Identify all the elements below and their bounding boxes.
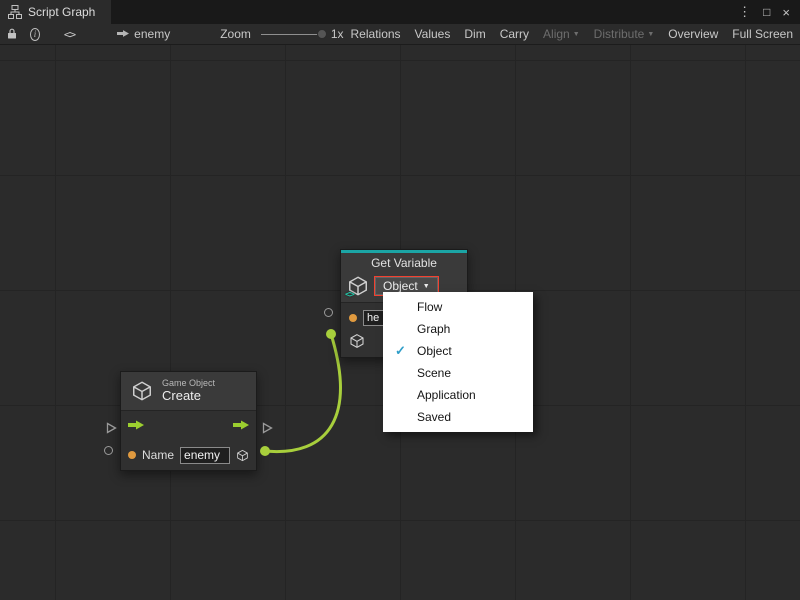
window-menu-icon[interactable]: ⋮ [738, 4, 751, 20]
node-title: Create [162, 389, 215, 404]
code-icon[interactable]: <> [64, 28, 75, 41]
variable-cube-icon: <> [347, 275, 369, 297]
code-badge-icon: <> [345, 290, 354, 300]
graph-arrow-icon [117, 27, 129, 41]
title-bar: Script Graph ⋮ □ × [0, 0, 800, 24]
node-title: Get Variable [341, 253, 467, 273]
flow-row [121, 410, 256, 440]
toolbar-button-dim[interactable]: Dim [457, 24, 492, 45]
flow-input-port[interactable] [105, 421, 117, 439]
toolbar-button-label: Distribute [594, 24, 645, 45]
close-icon[interactable]: × [782, 5, 790, 20]
zoom-slider-track[interactable] [261, 34, 323, 35]
menu-item-graph[interactable]: Graph [383, 318, 533, 340]
graph-toolbar: i <> enemy Zoom 1x Relations Values Dim … [0, 24, 800, 45]
toolbar-button-carry[interactable]: Carry [493, 24, 536, 45]
value-input-port[interactable] [104, 446, 113, 455]
variable-kind-menu: Flow Graph ✓ Object Scene Application Sa… [383, 292, 533, 432]
menu-item-label: Graph [417, 322, 450, 336]
zoom-slider[interactable] [261, 24, 323, 45]
lock-icon[interactable] [6, 24, 18, 45]
toolbar-button-label: Align [543, 24, 570, 45]
output-cube-icon [236, 448, 249, 463]
connection-wire[interactable] [265, 334, 340, 452]
menu-item-scene[interactable]: Scene [383, 362, 533, 384]
flow-in-arrow-icon [128, 419, 144, 433]
tab-title: Script Graph [28, 5, 95, 19]
info-icon[interactable]: i [30, 28, 40, 41]
check-icon: ✓ [395, 343, 406, 359]
toolbar-button-values[interactable]: Values [408, 24, 458, 45]
menu-item-application[interactable]: Application [383, 384, 533, 406]
node-create-game-object[interactable]: Game Object Create Name [120, 371, 257, 471]
menu-item-label: Scene [417, 366, 451, 380]
menu-item-saved[interactable]: Saved [383, 406, 533, 428]
chevron-down-icon: ▼ [573, 24, 580, 45]
name-label: Name [142, 448, 174, 462]
toolbar-button-align[interactable]: Align ▼ [536, 24, 587, 45]
object-output-port-connected[interactable] [260, 446, 270, 456]
graph-canvas[interactable]: Get Variable <> Object ▼ [0, 45, 800, 600]
chevron-down-icon: ▼ [647, 24, 654, 45]
menu-item-label: Object [417, 344, 452, 358]
zoom-slider-handle[interactable] [317, 29, 327, 39]
zoom-label: Zoom [220, 27, 251, 41]
toolbar-button-relations[interactable]: Relations [344, 24, 408, 45]
script-graph-icon [8, 5, 22, 19]
flow-output-port[interactable] [261, 421, 273, 439]
zoom-value: 1x [331, 27, 344, 41]
toolbar-button-distribute[interactable]: Distribute ▼ [587, 24, 662, 45]
toolbar-buttons: Relations Values Dim Carry Align ▼ Distr… [344, 24, 800, 45]
menu-item-label: Application [417, 388, 476, 402]
variable-name-port[interactable] [324, 308, 333, 317]
tab-script-graph[interactable]: Script Graph [0, 0, 111, 24]
name-input[interactable] [180, 447, 230, 464]
menu-item-label: Saved [417, 410, 451, 424]
value-dot-icon [128, 451, 136, 459]
create-node-header: Game Object Create [121, 372, 256, 410]
breadcrumb[interactable]: enemy [117, 27, 170, 41]
chevron-down-icon: ▼ [423, 283, 430, 290]
maximize-icon[interactable]: □ [763, 5, 770, 19]
menu-item-object[interactable]: ✓ Object [383, 340, 533, 362]
variable-object-port-connected[interactable] [326, 329, 336, 339]
value-dot-icon [349, 314, 357, 322]
toolbar-button-overview[interactable]: Overview [661, 24, 725, 45]
name-row: Name [121, 440, 256, 470]
flow-out-arrow-icon [233, 419, 249, 433]
breadcrumb-label: enemy [134, 27, 170, 41]
variable-kind-value: Object [383, 279, 418, 293]
game-object-cube-icon [131, 380, 153, 402]
menu-item-flow[interactable]: Flow [383, 296, 533, 318]
menu-item-label: Flow [417, 300, 442, 314]
toolbar-button-fullscreen[interactable]: Full Screen [725, 24, 800, 45]
window-controls: ⋮ □ × [738, 0, 800, 24]
object-cube-icon [349, 333, 365, 349]
